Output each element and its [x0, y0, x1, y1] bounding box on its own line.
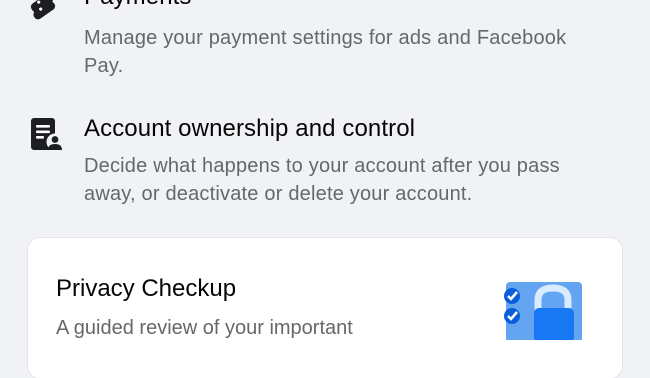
privacy-checkup-title: Privacy Checkup: [56, 275, 237, 302]
account-ownership-description: Decide what happens to your account afte…: [84, 155, 560, 205]
payments-description: Manage your payment settings for ads and…: [84, 27, 567, 77]
payments-title: Payments: [84, 0, 192, 12]
settings-page: Payments Manage your payment settings fo…: [0, 0, 650, 378]
account-ownership-settings-item[interactable]: Account ownership and control Decide wha…: [0, 112, 650, 212]
privacy-checkup-card[interactable]: Privacy Checkup A guided review of your …: [28, 238, 622, 378]
lock-checklist-illustration: [498, 280, 588, 352]
payments-settings-item[interactable]: Payments Manage your payment settings fo…: [0, 0, 650, 82]
privacy-checkup-description: A guided review of your important: [56, 317, 353, 339]
document-person-icon: [28, 116, 66, 161]
tags-icon: [28, 0, 64, 25]
account-ownership-title: Account ownership and control: [84, 115, 416, 142]
